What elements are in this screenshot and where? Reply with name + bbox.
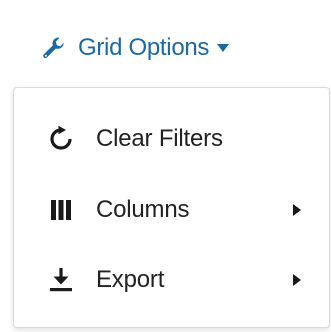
download-icon [46, 265, 76, 295]
refresh-icon [46, 124, 76, 154]
wrench-icon [40, 34, 68, 62]
menu-item-label: Clear Filters [96, 125, 223, 152]
menu-item-label: Columns [96, 196, 190, 223]
grid-options-widget: Grid Options Clear Filters Columns Expor… [0, 0, 331, 332]
menu-item-export[interactable]: Export [14, 252, 329, 308]
grid-options-toggle[interactable]: Grid Options [40, 30, 230, 66]
menu-item-label: Export [96, 266, 165, 293]
menu-item-clear-filters[interactable]: Clear Filters [14, 111, 329, 167]
caret-down-icon [216, 41, 230, 55]
columns-icon [46, 195, 76, 225]
caret-right-icon [290, 273, 304, 287]
grid-options-menu: Clear Filters Columns Export [13, 87, 330, 328]
caret-right-icon [290, 203, 304, 217]
menu-item-columns[interactable]: Columns [14, 182, 329, 238]
grid-options-label: Grid Options [78, 34, 210, 61]
